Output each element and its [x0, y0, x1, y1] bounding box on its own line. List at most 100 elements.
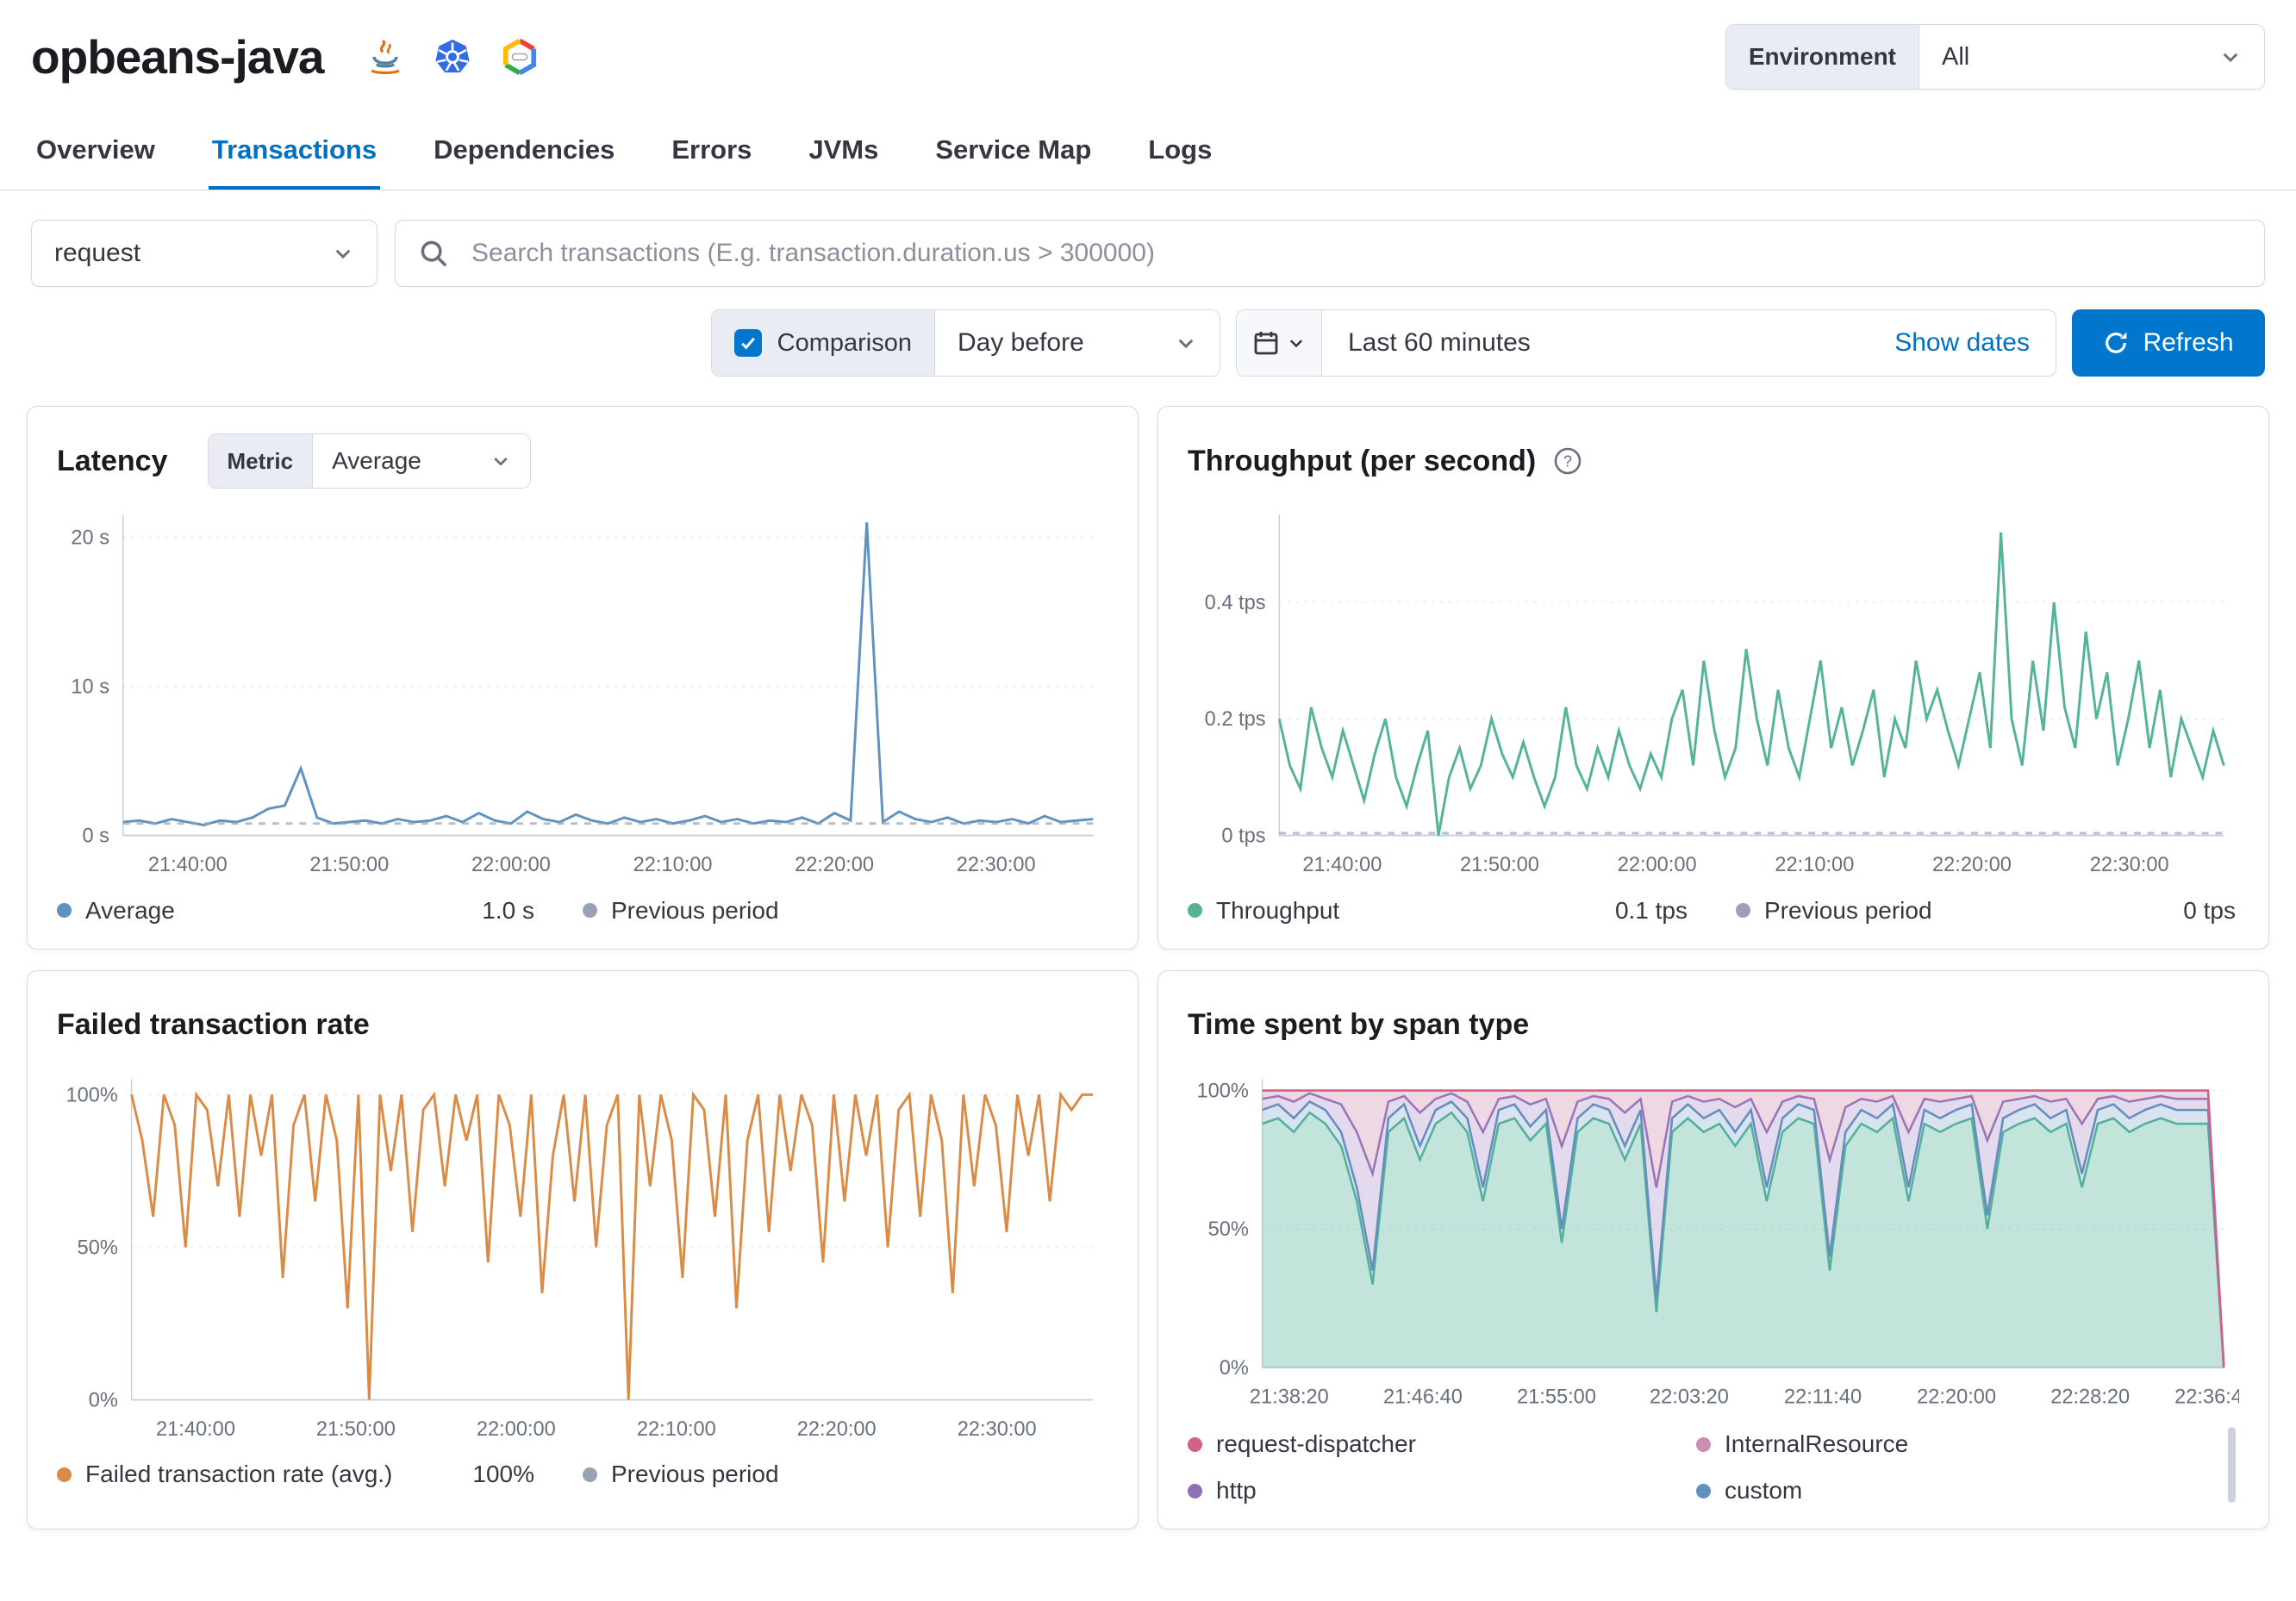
svg-text:50%: 50% [1208, 1218, 1249, 1241]
series-dot [1188, 903, 1202, 919]
tab-errors[interactable]: Errors [668, 114, 755, 190]
comparison-control: Comparison Day before [710, 309, 1220, 377]
span-type-legend: request-dispatcher InternalResource http… [1188, 1427, 2239, 1504]
svg-text:0 s: 0 s [83, 825, 110, 847]
series-dot [57, 1467, 72, 1482]
throughput-panel-header: Throughput (per second) ? [1188, 433, 2239, 489]
legend-value: 100% [472, 1461, 534, 1488]
svg-text:21:40:00: 21:40:00 [156, 1418, 235, 1441]
latency-metric-select[interactable]: Average [313, 434, 531, 488]
chevron-down-icon [1178, 339, 1194, 349]
svg-text:21:50:00: 21:50:00 [1460, 854, 1539, 876]
svg-text:21:40:00: 21:40:00 [1302, 854, 1382, 876]
legend-value: 0 tps [2183, 896, 2236, 924]
svg-text:22:00:00: 22:00:00 [471, 854, 551, 876]
comparison-checkbox[interactable] [733, 329, 762, 357]
legend-item[interactable]: Previous period 0 tps [1736, 897, 2239, 925]
search-icon [421, 240, 447, 267]
failed-rate-panel-header: Failed transaction rate [57, 997, 1108, 1054]
legend-item[interactable]: custom [1696, 1477, 2205, 1504]
svg-text:22:30:00: 22:30:00 [957, 854, 1036, 876]
failed-rate-chart[interactable]: 0% 50% 100% 21:40:00 21:50:00 22:00:00 22:10:0… [57, 1062, 1108, 1444]
latency-metric-value: Average [332, 447, 421, 474]
latency-chart[interactable]: 0 s 10 s 20 s 21:40:00 21:50:00 22:00:00 22:10… [57, 498, 1108, 880]
chevron-down-icon [494, 458, 508, 466]
page-header: opbeans-java Environment All [0, 0, 2296, 93]
tab-dependencies[interactable]: Dependencies [430, 114, 618, 190]
quick-select-button[interactable] [1237, 310, 1322, 376]
series-dot [583, 1467, 597, 1482]
time-range-value[interactable]: Last 60 minutes [1322, 328, 1557, 358]
series-dot [1696, 1436, 1711, 1452]
legend-value: 0.1 tps [1614, 896, 1688, 924]
legend-scrollbar[interactable] [2228, 1427, 2236, 1504]
svg-text:0.4 tps: 0.4 tps [1205, 592, 1266, 614]
comparison-period-value: Day before [958, 328, 1084, 357]
legend-item[interactable]: Previous period [583, 1461, 1108, 1488]
panel-title: Throughput (per second) [1188, 444, 1537, 477]
legend-label: Failed transaction rate (avg.) [85, 1461, 393, 1488]
svg-text:22:20:00: 22:20:00 [1917, 1386, 1996, 1408]
svg-text:21:38:20: 21:38:20 [1250, 1386, 1329, 1408]
google-cloud-icon [502, 38, 536, 76]
svg-text:22:10:00: 22:10:00 [1775, 854, 1854, 876]
tab-service-map[interactable]: Service Map [932, 114, 1095, 190]
legend-label: http [1216, 1477, 1257, 1504]
panel-title: Time spent by span type [1188, 1008, 1530, 1042]
series-dot [1736, 903, 1750, 919]
series-dot [57, 903, 72, 919]
legend-label: Previous period [611, 1461, 779, 1488]
svg-text:20 s: 20 s [71, 526, 109, 549]
legend-item[interactable]: http [1188, 1477, 1696, 1504]
environment-select[interactable]: All [1919, 25, 2264, 89]
environment-label: Environment [1725, 25, 1919, 89]
tab-overview[interactable]: Overview [33, 114, 159, 190]
legend-value: 1.0 s [482, 896, 534, 924]
latency-legend: Average 1.0 s Previous period [57, 897, 1108, 925]
latency-metric-control: Metric Average [207, 433, 532, 489]
check-icon [740, 337, 755, 350]
latency-panel: Latency Metric Average 0 s 10 s 20 s 21:40:… [27, 406, 1139, 950]
legend-item[interactable]: Previous period [583, 897, 1108, 925]
svg-text:22:30:00: 22:30:00 [958, 1418, 1037, 1441]
panel-title: Failed transaction rate [57, 1008, 370, 1042]
search-transactions-input[interactable] [395, 220, 2265, 287]
calendar-icon [1254, 332, 1278, 355]
legend-item[interactable]: request-dispatcher [1188, 1430, 1696, 1458]
refresh-button[interactable]: Refresh [2072, 309, 2265, 377]
throughput-chart[interactable]: 0 tps 0.2 tps 0.4 tps 21:40:00 21:50:00 22:00… [1188, 498, 2239, 880]
latency-panel-header: Latency Metric Average [57, 433, 1108, 489]
chevron-down-icon [1289, 340, 1303, 348]
svg-text:100%: 100% [1196, 1080, 1248, 1102]
charts-grid: Latency Metric Average 0 s 10 s 20 s 21:40:… [27, 406, 2269, 1530]
span-type-chart[interactable]: 0% 50% 100% 21:38:20 21:46:40 21:55:00 22:03:2… [1188, 1062, 2239, 1411]
tab-logs[interactable]: Logs [1145, 114, 1215, 190]
span-type-panel-header: Time spent by span type [1188, 997, 2239, 1054]
svg-text:50%: 50% [78, 1237, 118, 1259]
comparison-period-select[interactable]: Day before [935, 310, 1220, 376]
legend-item[interactable]: InternalResource [1696, 1430, 2205, 1458]
help-icon[interactable]: ? [1553, 446, 1582, 476]
metric-label: Metric [208, 434, 314, 488]
svg-text:0 tps: 0 tps [1221, 825, 1265, 847]
tab-transactions[interactable]: Transactions [208, 114, 381, 190]
tab-jvms[interactable]: JVMs [805, 114, 882, 190]
chevron-down-icon [2223, 53, 2238, 63]
series-dot [1188, 1483, 1202, 1498]
java-icon [370, 40, 400, 75]
kubernetes-icon [434, 39, 470, 73]
svg-text:22:36:40: 22:36:40 [2174, 1386, 2239, 1408]
failed-rate-panel: Failed transaction rate 0% 50% 100% 21:40:0… [27, 969, 1139, 1530]
legend-item[interactable]: Average 1.0 s [57, 897, 583, 925]
svg-text:22:03:20: 22:03:20 [1650, 1386, 1729, 1408]
legend-item[interactable]: Failed transaction rate (avg.) 100% [57, 1461, 583, 1488]
svg-text:100%: 100% [66, 1084, 117, 1106]
environment-filter: Environment All [1725, 24, 2265, 90]
transaction-type-select[interactable]: request [31, 220, 377, 287]
svg-text:10 s: 10 s [71, 676, 109, 698]
legend-item[interactable]: Throughput 0.1 tps [1188, 897, 1736, 925]
date-picker: Last 60 minutes Show dates [1236, 309, 2056, 377]
comparison-toggle[interactable]: Comparison [711, 310, 935, 376]
series-dot [1696, 1483, 1711, 1498]
show-dates-link[interactable]: Show dates [1894, 328, 2056, 358]
